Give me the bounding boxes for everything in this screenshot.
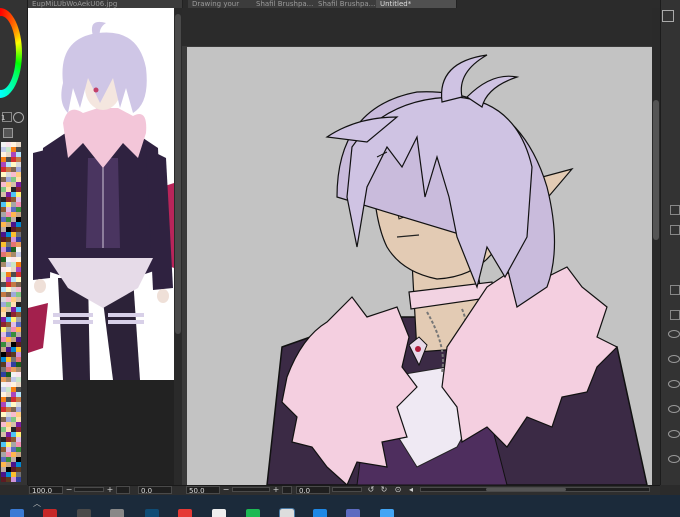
tab-brushpack-1[interactable]: Shafil Brushpa... [252,0,321,8]
tab-untitled[interactable]: Untitled* [376,0,457,8]
panel-menu-icon[interactable] [662,10,674,22]
reset-rotation-button[interactable]: ⊙ [394,486,402,494]
main-canvas[interactable] [187,47,652,485]
chrome-icon[interactable] [77,509,91,517]
layer-visibility-icon[interactable] [668,455,680,463]
reference-zoom-slider[interactable] [74,487,104,492]
main-zoom-field[interactable]: 50.0 [186,486,220,495]
reference-image [28,8,174,380]
layer-options-icon[interactable] [670,225,680,235]
layer-visibility-icon[interactable] [668,355,680,363]
reference-zoom-field[interactable]: 100.0 [29,486,63,495]
tab-drawing-your[interactable]: Drawing your [188,0,259,8]
mail-icon[interactable] [346,509,360,517]
main-zoom-slider[interactable] [232,487,270,492]
rotate-right-button[interactable]: ↻ [380,486,388,494]
reference-angle-square[interactable] [116,486,130,494]
paint-icon[interactable] [380,509,394,517]
chevron-up-icon[interactable]: ︿ [33,498,41,509]
start-icon[interactable] [10,509,24,517]
layer-visibility-icon[interactable] [668,380,680,388]
rotate-left-button[interactable]: ↺ [367,486,375,494]
app-icon[interactable] [212,509,226,517]
reference-zoom-in-button[interactable]: + [106,486,114,494]
main-zoom-in-button[interactable]: + [272,486,280,494]
photo-icon[interactable] [313,509,327,517]
tab-brushpack-2[interactable]: Shafil Brushpa... [314,0,383,8]
main-scrollbar-thumb[interactable] [653,100,659,240]
layer-visibility-icon[interactable] [668,330,680,338]
spotify-icon[interactable] [246,509,260,517]
reference-zoom-out-button[interactable]: − [65,486,73,494]
layer-settings-icon[interactable] [670,205,680,215]
color-swatch-grid[interactable] [1,142,23,482]
horizontal-scrollbar-thumb[interactable] [486,488,566,491]
main-scrollbar[interactable] [652,8,660,485]
clip-studio-icon[interactable] [279,508,295,517]
reference-angle-field[interactable]: 0.0 [138,486,172,495]
layer-visibility-icon[interactable] [668,430,680,438]
main-angle-field[interactable]: 0.0 [296,486,330,495]
flip-button[interactable]: ◂ [407,486,415,494]
main-character-illustration [266,54,648,485]
canvas-header [182,8,652,46]
reference-character-illustration [28,21,174,380]
taskbar [0,495,680,517]
color-swatch[interactable] [16,477,21,482]
main-fit-button[interactable] [282,486,292,494]
settings-icon[interactable] [13,112,24,123]
layer-group-icon[interactable] [670,310,680,320]
color-value-label: 1 [1,114,6,122]
palette-menu-icon[interactable] [3,128,13,138]
tab-reference-image[interactable]: EupMiLUbWoAekU06.jpg [28,0,183,8]
folder-icon[interactable] [178,509,192,517]
main-zoom-out-button[interactable]: − [222,486,230,494]
terminal-icon[interactable] [145,509,159,517]
reference-scrollbar-thumb[interactable] [175,14,181,334]
browser-icon[interactable] [43,509,57,517]
layer-lock-icon[interactable] [670,285,680,295]
main-angle-slider[interactable] [332,487,362,492]
store-icon[interactable] [110,509,124,517]
layer-visibility-icon[interactable] [668,405,680,413]
